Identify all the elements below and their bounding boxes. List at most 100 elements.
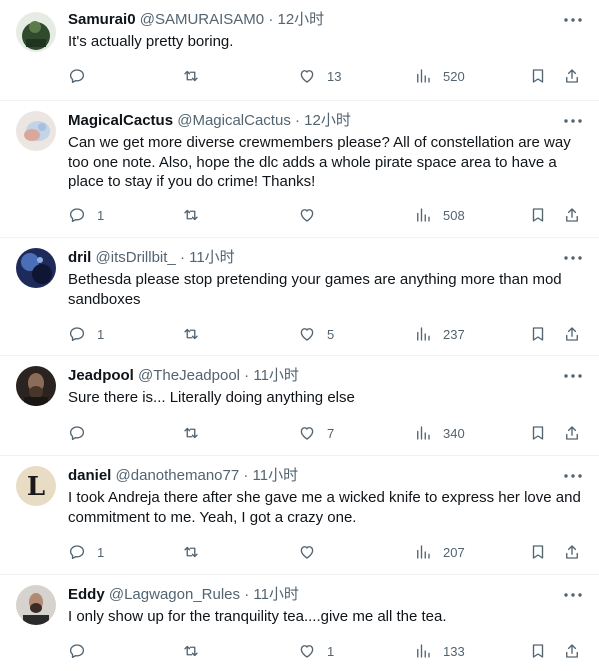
- tweet-header: Jeadpool @TheJeadpool · 11小时: [68, 366, 559, 386]
- more-dots-icon: [564, 119, 582, 123]
- reply-button[interactable]: [68, 423, 97, 443]
- views-button[interactable]: 207: [414, 542, 465, 562]
- display-name[interactable]: daniel: [68, 467, 111, 484]
- timestamp[interactable]: 11小时: [253, 467, 299, 484]
- more-options-button[interactable]: [561, 366, 585, 386]
- retweet-button[interactable]: [182, 66, 211, 86]
- user-handle[interactable]: @SAMURAISAM0: [140, 11, 264, 28]
- tweet[interactable]: Jeadpool @TheJeadpool · 11小时 Sure there …: [0, 356, 599, 456]
- like-button[interactable]: 7: [298, 423, 334, 443]
- more-options-button[interactable]: [561, 585, 585, 605]
- retweet-button[interactable]: [182, 641, 211, 661]
- more-options-button[interactable]: [561, 111, 585, 131]
- reply-button[interactable]: [68, 641, 97, 661]
- tweet-text: I only show up for the tranquility tea..…: [68, 608, 447, 625]
- share-button[interactable]: [563, 324, 581, 344]
- analytics-icon: [417, 327, 430, 341]
- action-bar: 7 340: [68, 423, 583, 443]
- like-count: 1: [327, 643, 335, 659]
- avatar[interactable]: [16, 12, 56, 52]
- reply-icon: [69, 644, 85, 659]
- retweet-button[interactable]: [182, 205, 211, 225]
- avatar[interactable]: [16, 366, 56, 406]
- analytics-icon: [417, 208, 430, 222]
- bookmark-icon: [532, 327, 544, 341]
- views-button[interactable]: 340: [414, 423, 465, 443]
- timestamp[interactable]: 11小时: [253, 367, 299, 384]
- action-bar: 1 508: [68, 205, 583, 225]
- tweet[interactable]: L daniel @danothemano77 · 11小时 I took An…: [0, 456, 599, 575]
- reply-button[interactable]: [68, 66, 97, 86]
- user-handle[interactable]: @Lagwagon_Rules: [109, 586, 240, 603]
- reply-button[interactable]: 1: [68, 205, 104, 225]
- reply-count: 1: [97, 544, 105, 560]
- retweet-icon: [184, 427, 198, 439]
- action-bar: 1 5 237: [68, 324, 583, 344]
- share-icon: [566, 426, 578, 440]
- bookmark-button[interactable]: [529, 641, 547, 661]
- avatar-letter: L: [27, 472, 45, 502]
- user-handle[interactable]: @danothemano77: [116, 467, 240, 484]
- avatar[interactable]: [16, 248, 56, 288]
- tweet[interactable]: MagicalCactus @MagicalCactus · 12小时 Can …: [0, 101, 599, 238]
- share-button[interactable]: [563, 205, 581, 225]
- bookmark-button[interactable]: [529, 423, 547, 443]
- bookmark-button[interactable]: [529, 324, 547, 344]
- retweet-icon: [184, 645, 198, 657]
- bookmark-button[interactable]: [529, 66, 547, 86]
- display-name[interactable]: dril: [68, 249, 91, 266]
- separator-dot: ·: [243, 467, 249, 484]
- more-options-button[interactable]: [561, 466, 585, 486]
- share-button[interactable]: [563, 542, 581, 562]
- more-dots-icon: [564, 18, 582, 22]
- avatar[interactable]: L: [16, 466, 56, 506]
- tweet[interactable]: Samurai0 @SAMURAISAM0 · 12小时 It's actual…: [0, 0, 599, 101]
- display-name[interactable]: Eddy: [68, 586, 105, 603]
- retweet-button[interactable]: [182, 324, 211, 344]
- like-button[interactable]: 1: [298, 641, 334, 661]
- timestamp[interactable]: 11小时: [253, 586, 299, 603]
- views-button[interactable]: 133: [414, 641, 465, 661]
- share-button[interactable]: [563, 423, 581, 443]
- share-button[interactable]: [563, 641, 581, 661]
- timestamp[interactable]: 12小时: [304, 112, 351, 129]
- bookmark-icon: [532, 69, 544, 83]
- user-handle[interactable]: @TheJeadpool: [138, 367, 240, 384]
- avatar[interactable]: [16, 585, 56, 625]
- share-button[interactable]: [563, 66, 581, 86]
- tweet-header: Samurai0 @SAMURAISAM0 · 12小时: [68, 10, 559, 30]
- timestamp[interactable]: 11小时: [189, 249, 235, 266]
- view-count: 207: [443, 544, 465, 560]
- like-button[interactable]: [298, 542, 327, 562]
- avatar[interactable]: [16, 111, 56, 151]
- view-count: 133: [443, 643, 465, 659]
- reply-button[interactable]: 1: [68, 324, 104, 344]
- tweet[interactable]: dril @itsDrillbit_ · 11小时 Bethesda pleas…: [0, 238, 599, 356]
- more-options-button[interactable]: [561, 10, 585, 30]
- bookmark-button[interactable]: [529, 205, 547, 225]
- display-name[interactable]: Jeadpool: [68, 367, 134, 384]
- heart-icon: [300, 328, 314, 341]
- heart-icon: [300, 209, 314, 222]
- like-button[interactable]: 5: [298, 324, 334, 344]
- user-handle[interactable]: @MagicalCactus: [177, 112, 291, 129]
- more-options-button[interactable]: [561, 248, 585, 268]
- share-icon: [566, 327, 578, 341]
- more-dots-icon: [564, 474, 582, 478]
- like-button[interactable]: 13: [298, 66, 341, 86]
- like-button[interactable]: [298, 205, 327, 225]
- retweet-button[interactable]: [182, 423, 211, 443]
- display-name[interactable]: Samurai0: [68, 11, 136, 28]
- share-icon: [566, 69, 578, 83]
- reply-button[interactable]: 1: [68, 542, 104, 562]
- bookmark-button[interactable]: [529, 542, 547, 562]
- display-name[interactable]: MagicalCactus: [68, 112, 173, 129]
- timestamp[interactable]: 12小时: [277, 11, 324, 28]
- user-handle[interactable]: @itsDrillbit_: [96, 249, 176, 266]
- analytics-icon: [417, 426, 430, 440]
- tweet[interactable]: Eddy @Lagwagon_Rules · 11小时 I only show …: [0, 575, 599, 671]
- views-button[interactable]: 237: [414, 324, 465, 344]
- views-button[interactable]: 508: [414, 205, 465, 225]
- views-button[interactable]: 520: [414, 66, 465, 86]
- retweet-button[interactable]: [182, 542, 211, 562]
